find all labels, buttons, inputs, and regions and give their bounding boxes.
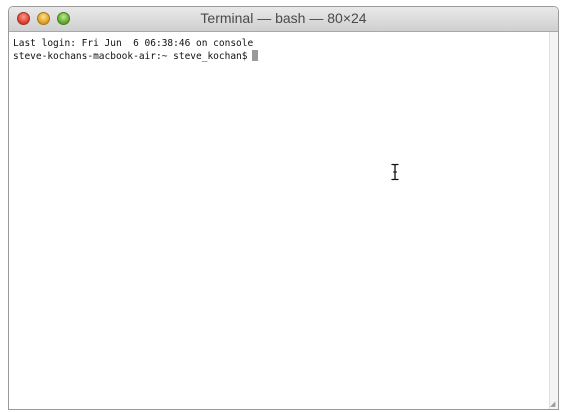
terminal-window: Terminal — bash — 80×24 Last login: Fri … (8, 6, 559, 410)
prompt-text: steve-kochans-macbook-air:~ steve_kochan… (13, 51, 248, 62)
last-login-line: Last login: Fri Jun 6 06:38:46 on consol… (13, 38, 254, 49)
prompt-line: steve-kochans-macbook-air:~ steve_kochan… (13, 50, 551, 63)
terminal-content[interactable]: Last login: Fri Jun 6 06:38:46 on consol… (9, 32, 551, 409)
resize-grip-icon[interactable]: ◢ (550, 401, 557, 408)
window-title: Terminal — bash — 80×24 (200, 10, 367, 26)
vertical-scrollbar[interactable]: ◢ (549, 32, 558, 409)
text-cursor (251, 50, 258, 61)
ibeam-cursor-icon (391, 163, 399, 181)
title-bar[interactable]: Terminal — bash — 80×24 (9, 7, 558, 32)
